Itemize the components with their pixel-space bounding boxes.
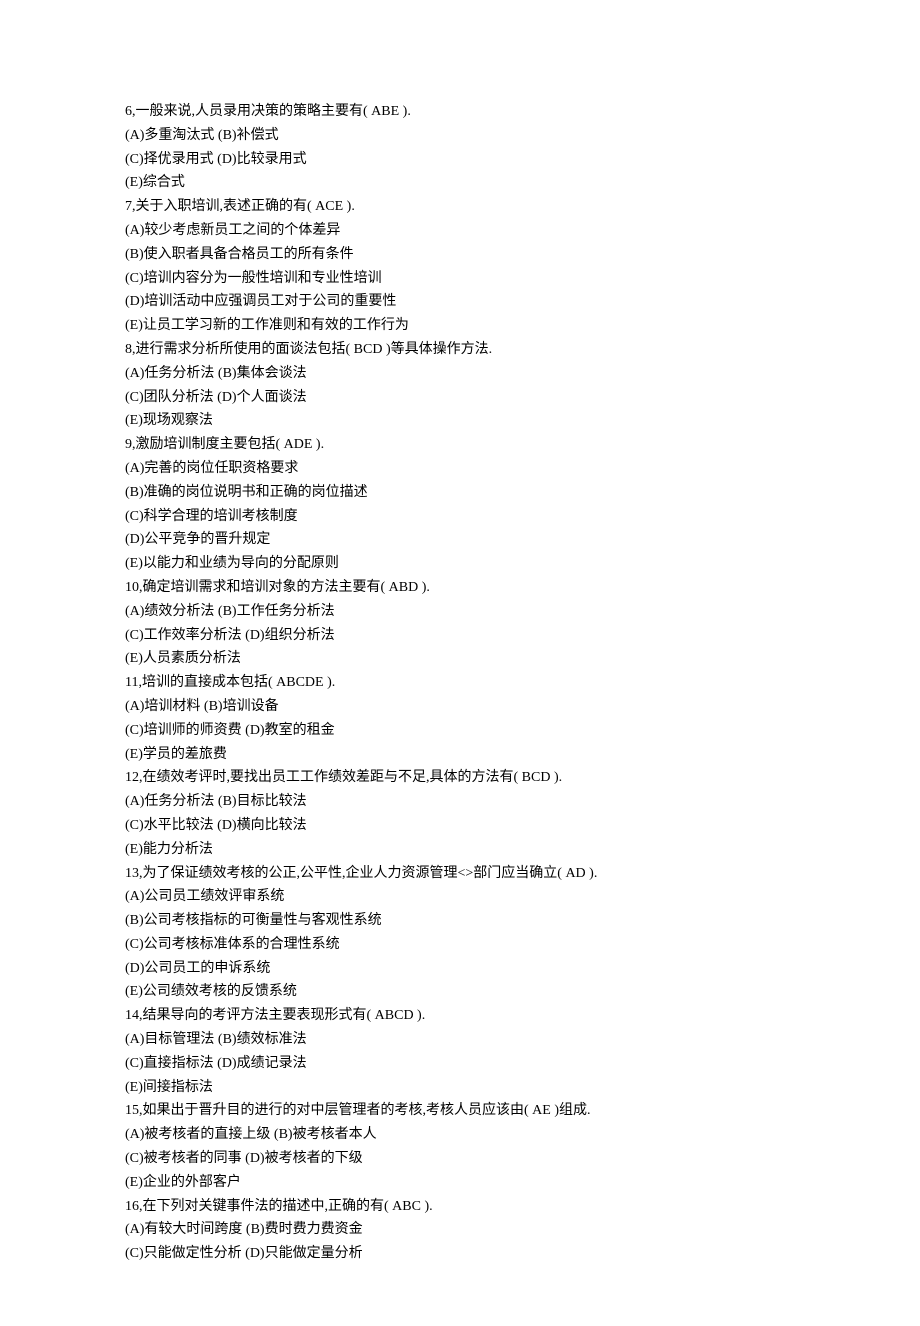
text-line: (A)培训材料 (B)培训设备 <box>125 695 795 719</box>
text-line: (E)以能力和业绩为导向的分配原则 <box>125 552 795 576</box>
text-line: 16,在下列对关键事件法的描述中,正确的有( ABC ). <box>125 1195 795 1219</box>
text-line: (A)绩效分析法 (B)工作任务分析法 <box>125 600 795 624</box>
text-line: (A)有较大时间跨度 (B)费时费力费资金 <box>125 1218 795 1242</box>
text-line: 14,结果导向的考评方法主要表现形式有( ABCD ). <box>125 1004 795 1028</box>
text-line: (B)准确的岗位说明书和正确的岗位描述 <box>125 481 795 505</box>
text-line: (A)被考核者的直接上级 (B)被考核者本人 <box>125 1123 795 1147</box>
text-line: 10,确定培训需求和培训对象的方法主要有( ABD ). <box>125 576 795 600</box>
text-line: (A)公司员工绩效评审系统 <box>125 885 795 909</box>
text-line: (E)学员的差旅费 <box>125 743 795 767</box>
text-line: 6,一般来说,人员录用决策的策略主要有( ABE ). <box>125 100 795 124</box>
text-line: 9,激励培训制度主要包括( ADE ). <box>125 433 795 457</box>
text-line: (E)让员工学习新的工作准则和有效的工作行为 <box>125 314 795 338</box>
text-line: (C)只能做定性分析 (D)只能做定量分析 <box>125 1242 795 1266</box>
text-line: (C)培训内容分为一般性培训和专业性培训 <box>125 267 795 291</box>
text-line: (A)多重淘汰式 (B)补偿式 <box>125 124 795 148</box>
text-line: (E)间接指标法 <box>125 1076 795 1100</box>
document-body: 6,一般来说,人员录用决策的策略主要有( ABE ).(A)多重淘汰式 (B)补… <box>125 100 795 1266</box>
text-line: (C)被考核者的同事 (D)被考核者的下级 <box>125 1147 795 1171</box>
text-line: (E)现场观察法 <box>125 409 795 433</box>
text-line: (E)能力分析法 <box>125 838 795 862</box>
text-line: 13,为了保证绩效考核的公正,公平性,企业人力资源管理<>部门应当确立( AD … <box>125 862 795 886</box>
text-line: (A)较少考虑新员工之间的个体差异 <box>125 219 795 243</box>
text-line: 15,如果出于晋升目的进行的对中层管理者的考核,考核人员应该由( AE )组成. <box>125 1099 795 1123</box>
text-line: (E)企业的外部客户 <box>125 1171 795 1195</box>
text-line: (C)培训师的师资费 (D)教室的租金 <box>125 719 795 743</box>
text-line: (A)目标管理法 (B)绩效标准法 <box>125 1028 795 1052</box>
text-line: 7,关于入职培训,表述正确的有( ACE ). <box>125 195 795 219</box>
text-line: 8,进行需求分析所使用的面谈法包括( BCD )等具体操作方法. <box>125 338 795 362</box>
text-line: (B)使入职者具备合格员工的所有条件 <box>125 243 795 267</box>
text-line: (C)直接指标法 (D)成绩记录法 <box>125 1052 795 1076</box>
text-line: (C)公司考核标准体系的合理性系统 <box>125 933 795 957</box>
text-line: (D)公平竞争的晋升规定 <box>125 528 795 552</box>
text-line: (D)公司员工的申诉系统 <box>125 957 795 981</box>
text-line: (C)水平比较法 (D)横向比较法 <box>125 814 795 838</box>
text-line: (C)工作效率分析法 (D)组织分析法 <box>125 624 795 648</box>
text-line: (C)科学合理的培训考核制度 <box>125 505 795 529</box>
text-line: 11,培训的直接成本包括( ABCDE ). <box>125 671 795 695</box>
text-line: (B)公司考核指标的可衡量性与客观性系统 <box>125 909 795 933</box>
text-line: (E)公司绩效考核的反馈系统 <box>125 980 795 1004</box>
text-line: (C)团队分析法 (D)个人面谈法 <box>125 386 795 410</box>
text-line: (C)择优录用式 (D)比较录用式 <box>125 148 795 172</box>
text-line: (A)任务分析法 (B)集体会谈法 <box>125 362 795 386</box>
text-line: (A)完善的岗位任职资格要求 <box>125 457 795 481</box>
text-line: 12,在绩效考评时,要找出员工工作绩效差距与不足,具体的方法有( BCD ). <box>125 766 795 790</box>
text-line: (D)培训活动中应强调员工对于公司的重要性 <box>125 290 795 314</box>
text-line: (E)综合式 <box>125 171 795 195</box>
text-line: (E)人员素质分析法 <box>125 647 795 671</box>
text-line: (A)任务分析法 (B)目标比较法 <box>125 790 795 814</box>
